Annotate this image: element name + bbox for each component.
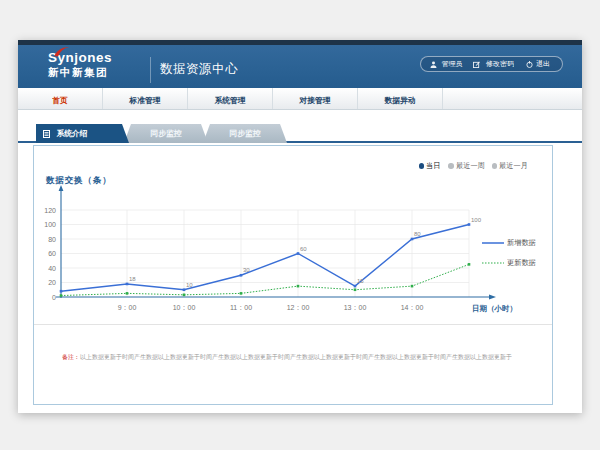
logo-text: Synjones <box>48 50 112 65</box>
data-point <box>354 285 357 288</box>
logo-subtext: 新中新集团 <box>48 66 112 80</box>
tab-bar: 系统介绍 同步监控 同步监控 <box>18 124 582 143</box>
x-tick-label: 14：00 <box>401 304 424 311</box>
footnote: 备注：以上数据更新于时间产生数据以上数据更新于时间产生数据以上数据更新于时间产生… <box>62 353 552 367</box>
main-nav: 首页 标准管理 系统管理 对接管理 数据异动 <box>18 88 582 110</box>
tab-system-intro[interactable]: 系统介绍 <box>36 124 129 143</box>
data-point <box>411 285 414 288</box>
data-point <box>126 283 129 286</box>
data-point-label: 30 <box>243 267 250 273</box>
nav-item-interface-mgmt[interactable]: 对接管理 <box>273 88 358 109</box>
y-axis-arrow <box>59 185 64 191</box>
main-window: Synjones 新中新集团 数据资源中心 管理员 修改密码 退出 首页 标准管… <box>18 40 582 413</box>
note-divider <box>34 324 552 325</box>
logo-swoosh-icon <box>54 46 70 57</box>
data-point <box>411 238 414 241</box>
chart-legend: 新增数据 更新数据 <box>482 236 547 276</box>
company-logo: Synjones 新中新集团 <box>48 50 112 80</box>
data-point-label: 10 <box>186 282 193 288</box>
data-point-label: 80 <box>414 231 421 237</box>
data-point <box>354 288 357 291</box>
y-tick-label: 60 <box>48 250 56 257</box>
data-point <box>60 290 63 293</box>
current-user[interactable]: 管理员 <box>427 57 470 71</box>
series-line-1 <box>61 264 469 295</box>
x-tick-label: 10：00 <box>173 304 196 311</box>
radio-last-week[interactable]: 最近一周 <box>448 159 485 173</box>
nav-item-system-mgmt[interactable]: 系统管理 <box>188 88 273 109</box>
x-tick-label: 9：00 <box>118 304 137 311</box>
header-divider <box>150 57 151 83</box>
app-header: Synjones 新中新集团 数据资源中心 管理员 修改密码 退出 <box>18 40 582 88</box>
x-tick-label: 13：00 <box>344 304 367 311</box>
data-point <box>297 252 300 255</box>
document-icon <box>43 130 50 138</box>
data-point <box>468 263 471 266</box>
chart-panel: 当日 最近一周 最近一月 数据交换（条） 0204060801001209：00… <box>33 145 553 405</box>
data-point <box>297 285 300 288</box>
dotted-line-sample <box>482 261 504 265</box>
edit-icon <box>473 61 480 68</box>
radio-dot <box>492 163 498 169</box>
user-toolbar: 管理员 修改密码 退出 <box>420 56 563 72</box>
y-tick-label: 20 <box>48 279 56 286</box>
page-title: 数据资源中心 <box>160 61 238 78</box>
x-tick-label: 11：00 <box>230 304 252 311</box>
data-point-label: 100 <box>471 217 482 223</box>
data-point <box>240 292 243 295</box>
logout-icon <box>526 61 533 68</box>
data-point <box>183 288 186 291</box>
change-password-button[interactable]: 修改密码 <box>470 57 523 71</box>
y-tick-label: 0 <box>52 294 56 301</box>
data-point-label: 18 <box>129 276 136 282</box>
y-tick-label: 100 <box>44 221 56 228</box>
nav-item-data-change[interactable]: 数据异动 <box>358 88 443 109</box>
tab-sync-monitor-1[interactable]: 同步监控 <box>124 124 208 143</box>
legend-item-new-data: 新增数据 <box>482 236 547 250</box>
nav-item-home[interactable]: 首页 <box>18 88 103 109</box>
user-icon <box>430 61 437 68</box>
y-tick-label: 80 <box>48 236 56 243</box>
data-point <box>240 274 243 277</box>
logout-button[interactable]: 退出 <box>523 57 556 71</box>
radio-last-month[interactable]: 最近一月 <box>492 159 529 173</box>
data-point <box>126 292 129 295</box>
x-axis-title: 日期（小时） <box>472 304 517 313</box>
data-point-label: 15 <box>357 278 364 284</box>
x-tick-label: 12：00 <box>287 304 310 311</box>
footnote-label: 备注： <box>62 354 80 361</box>
time-range-filter: 当日 最近一周 最近一月 <box>412 159 529 173</box>
series-line-0 <box>61 225 469 292</box>
x-axis-arrow <box>489 295 496 300</box>
radio-today[interactable]: 当日 <box>419 159 442 173</box>
y-tick-label: 120 <box>44 207 56 214</box>
data-point-label: 60 <box>300 246 307 252</box>
y-tick-label: 40 <box>48 265 56 272</box>
radio-dot <box>448 163 454 169</box>
tab-sync-monitor-2[interactable]: 同步监控 <box>203 124 287 143</box>
radio-dot <box>419 163 425 169</box>
data-point <box>60 294 63 297</box>
legend-item-update-data: 更新数据 <box>482 256 547 270</box>
data-point <box>183 294 186 297</box>
solid-line-sample <box>482 241 504 245</box>
nav-item-standard-mgmt[interactable]: 标准管理 <box>103 88 188 109</box>
data-point <box>468 223 471 226</box>
line-chart: 0 20 40 60 80 100 120 9：00 10：00 11：00 12：00 13：00 1… <box>39 184 539 319</box>
